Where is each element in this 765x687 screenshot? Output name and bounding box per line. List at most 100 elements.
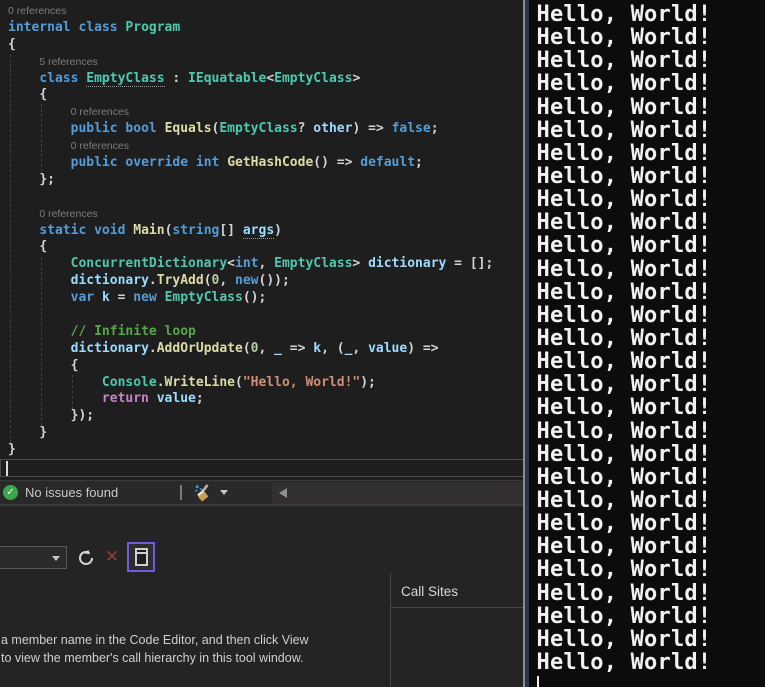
console-line[interactable]: Hello, World! [537, 119, 765, 142]
refresh-button[interactable] [76, 548, 96, 568]
console-output[interactable]: Hello, World!Hello, World!Hello, World!H… [529, 0, 765, 687]
code-token: ) [274, 223, 282, 238]
console-line[interactable]: Hello, World! [537, 582, 765, 605]
codelens-line[interactable]: 0 references [0, 138, 523, 155]
code-token: class [78, 20, 117, 35]
console-line[interactable]: Hello, World! [537, 96, 765, 119]
code-token: return [102, 391, 149, 406]
code-lines[interactable]: 0 referencesinternal class Program{5 ref… [0, 3, 523, 476]
chevron-down-icon[interactable] [220, 490, 228, 495]
code-line[interactable]: ConcurrentDictionary<int, EmptyClass> di… [0, 256, 523, 273]
code-token: < [266, 71, 274, 86]
console-line[interactable]: Hello, World! [537, 26, 765, 49]
call-hierarchy-combobox[interactable] [0, 546, 67, 569]
console-line[interactable]: Hello, World! [537, 628, 765, 651]
code-line[interactable]: Console.WriteLine("Hello, World!"); [0, 375, 523, 392]
code-line[interactable]: } [0, 425, 523, 442]
code-token [8, 71, 39, 86]
scroll-left-button[interactable] [272, 482, 294, 504]
console-line[interactable]: Hello, World! [537, 535, 765, 558]
code-line[interactable]: { [0, 358, 523, 375]
code-token: AddOrUpdate [157, 341, 243, 356]
console-line[interactable]: Hello, World! [537, 558, 765, 581]
code-line[interactable]: class EmptyClass : IEquatable<EmptyClass… [0, 71, 523, 88]
console-line[interactable]: Hello, World! [537, 396, 765, 419]
code-token: new [133, 290, 156, 305]
code-token: _ [274, 341, 282, 356]
code-token: [] [219, 223, 242, 238]
code-token: , ( [321, 341, 344, 356]
console-line[interactable]: Hello, World! [537, 281, 765, 304]
code-token: EmptyClass [274, 256, 352, 271]
code-token: // Infinite loop [71, 324, 196, 339]
code-cleanup-button[interactable] [194, 484, 228, 502]
code-token: IEquatable [188, 71, 266, 86]
codelens-line[interactable]: 0 references [0, 3, 523, 20]
code-token [157, 290, 165, 305]
console-line[interactable]: Hello, World! [537, 489, 765, 512]
code-token: ( [243, 341, 251, 356]
code-token [8, 121, 71, 136]
code-token: ; [431, 121, 439, 136]
status-separator [180, 485, 182, 500]
code-token: var [71, 290, 94, 305]
code-token: ? [298, 121, 314, 136]
code-line[interactable]: public override int GetHashCode() => def… [0, 155, 523, 172]
code-line[interactable] [0, 307, 523, 324]
broom-icon [194, 484, 212, 502]
code-line[interactable]: }); [0, 408, 523, 425]
delete-node-button[interactable]: ✕ [102, 546, 122, 568]
call-sites-header: Call Sites [401, 584, 458, 599]
health-check-icon[interactable]: ✓ [3, 485, 18, 500]
codelens-line[interactable]: 0 references [0, 206, 523, 223]
console-line[interactable]: Hello, World! [537, 165, 765, 188]
console-line[interactable]: Hello, World! [537, 304, 765, 327]
console-line[interactable]: Hello, World! [537, 211, 765, 234]
code-line[interactable] [0, 459, 523, 476]
console-line[interactable]: Hello, World! [537, 72, 765, 95]
console-line[interactable]: Hello, World! [537, 49, 765, 72]
code-line[interactable]: internal class Program [0, 20, 523, 37]
codelens-line[interactable]: 5 references [0, 54, 523, 71]
code-line[interactable]: // Infinite loop [0, 324, 523, 341]
console-line[interactable]: Hello, World! [537, 605, 765, 628]
console-line[interactable]: Hello, World! [537, 258, 765, 281]
code-token: } [39, 425, 47, 440]
code-line[interactable]: { [0, 37, 523, 54]
console-line[interactable]: Hello, World! [537, 512, 765, 535]
code-token: ( [235, 375, 243, 390]
console-line[interactable]: Hello, World! [537, 350, 765, 373]
code-line[interactable]: public bool Equals(EmptyClass? other) =>… [0, 121, 523, 138]
horizontal-scrollbar[interactable] [272, 482, 523, 504]
console-line[interactable]: Hello, World! [537, 3, 765, 26]
code-line[interactable]: { [0, 239, 523, 256]
code-token: EmptyClass [219, 121, 297, 136]
code-line[interactable]: { [0, 87, 523, 104]
console-line[interactable]: Hello, World! [537, 188, 765, 211]
console-line[interactable]: Hello, World! [537, 420, 765, 443]
console-line[interactable]: Hello, World! [537, 234, 765, 257]
pane-divider[interactable] [390, 573, 391, 687]
console-line[interactable]: Hello, World! [537, 327, 765, 350]
code-line[interactable]: var k = new EmptyClass(); [0, 290, 523, 307]
console-window: Hello, World!Hello, World!Hello, World!H… [523, 0, 765, 687]
code-line[interactable]: }; [0, 172, 523, 189]
code-token: , [352, 341, 368, 356]
code-line[interactable] [0, 189, 523, 206]
console-line[interactable]: Hello, World! [537, 651, 765, 674]
toggle-detail-pane-button[interactable] [127, 542, 155, 572]
codelens-line[interactable]: 0 references [0, 104, 523, 121]
code-token: override [125, 155, 188, 170]
code-line[interactable]: dictionary.TryAdd(0, new()); [0, 273, 523, 290]
code-line[interactable]: dictionary.AddOrUpdate(0, _ => k, (_, va… [0, 341, 523, 358]
code-line[interactable]: static void Main(string[] args) [0, 223, 523, 240]
code-token [8, 87, 39, 102]
console-line[interactable]: Hello, World! [537, 373, 765, 396]
code-line[interactable]: } [0, 442, 523, 459]
console-line[interactable]: Hello, World! [537, 466, 765, 489]
code-token: ; [196, 391, 204, 406]
console-line[interactable]: Hello, World! [537, 142, 765, 165]
code-line[interactable]: return value; [0, 391, 523, 408]
console-line[interactable]: Hello, World! [537, 443, 765, 466]
code-editor-pane[interactable]: 0 referencesinternal class Program{5 ref… [0, 0, 523, 480]
